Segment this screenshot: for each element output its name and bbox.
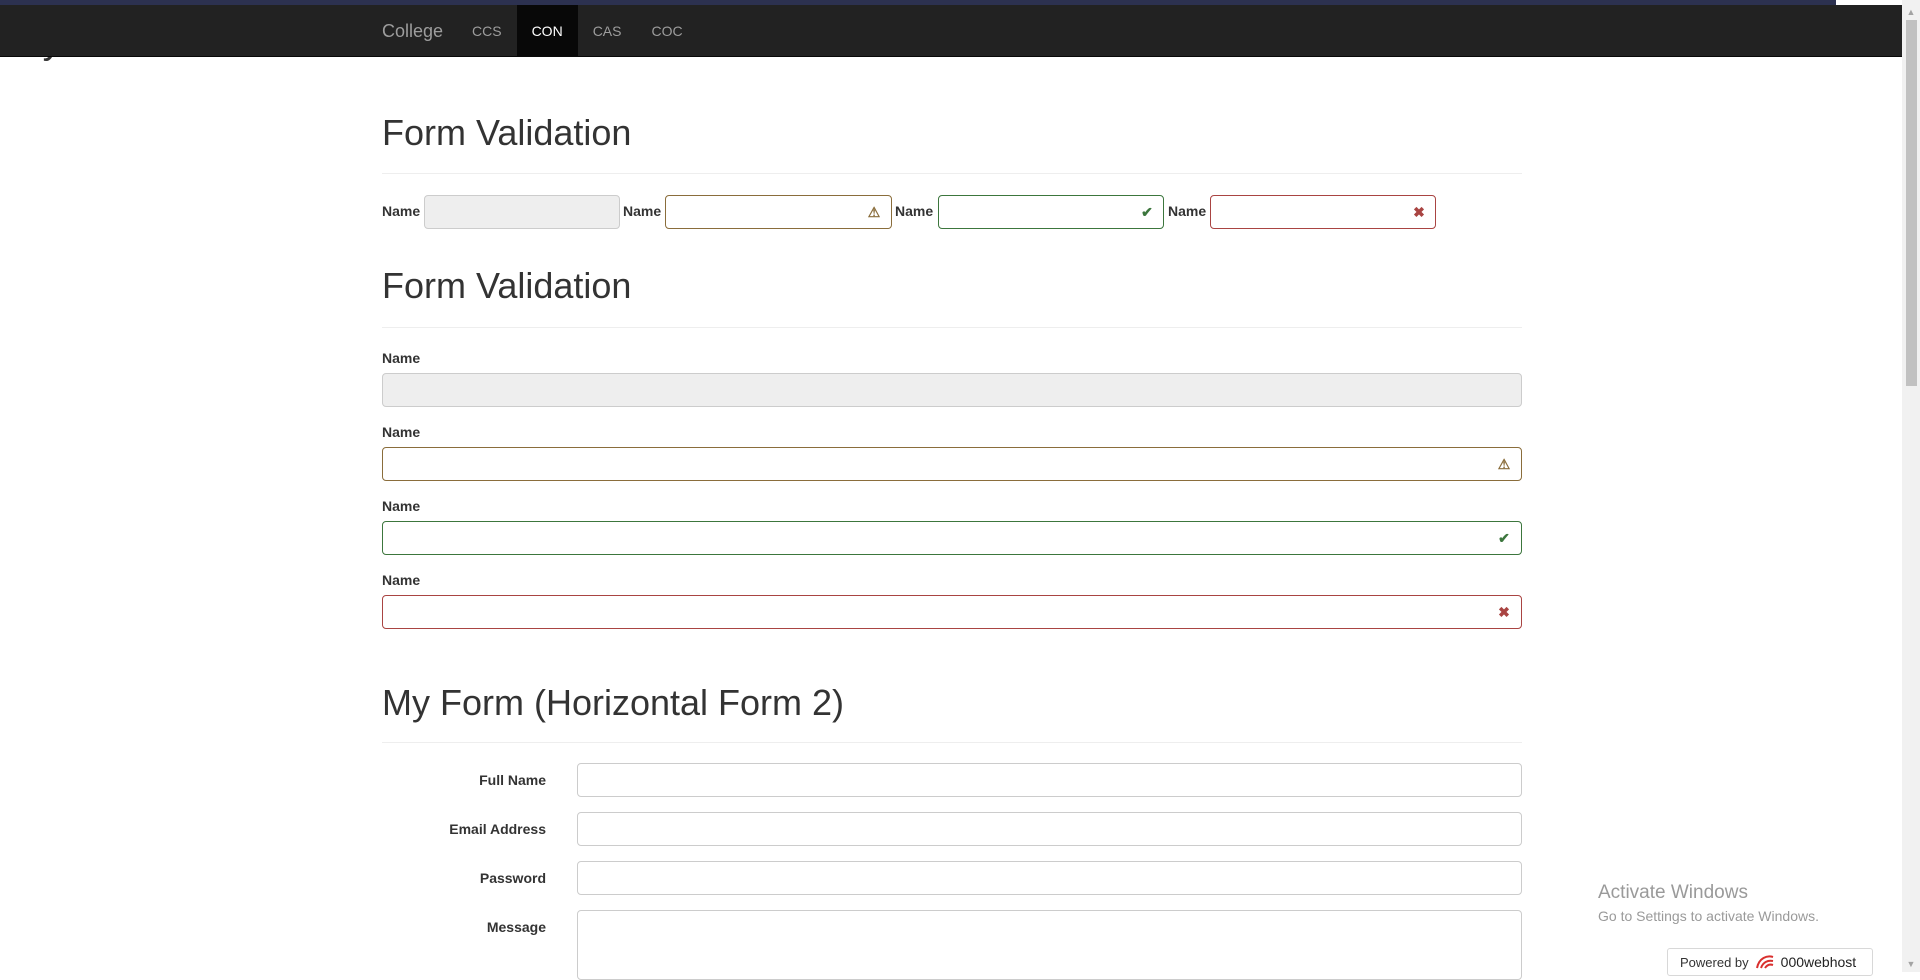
inline-name-input-error[interactable] (1210, 195, 1436, 229)
inline-name-input-disabled[interactable] (424, 195, 620, 229)
nav-item-ccs[interactable]: CCS (457, 5, 517, 57)
section3-title: My Form (Horizontal Form 2) (382, 682, 845, 723)
section3-divider (382, 742, 1522, 743)
check-icon: ✔ (1141, 204, 1153, 220)
check-icon: ✔ (1498, 530, 1510, 546)
nav-item-coc[interactable]: COC (636, 5, 697, 57)
x-icon: ✖ (1413, 204, 1425, 220)
section2-divider (382, 327, 1522, 328)
x-icon: ✖ (1498, 604, 1510, 620)
nav-item-cas[interactable]: CAS (578, 5, 637, 57)
warning-icon: ⚠ (1497, 456, 1511, 472)
scrollbar-thumb[interactable] (1906, 20, 1917, 386)
full-name-label: Full Name (479, 772, 546, 788)
inline-name-label-success: Name (895, 203, 934, 219)
webhost-name: 000webhost (1780, 954, 1857, 970)
scroll-up-arrow-icon[interactable]: ▲ (1902, 4, 1920, 20)
stacked-name-label-disabled: Name (382, 350, 421, 366)
nav-item-con[interactable]: CON (516, 5, 578, 57)
inline-name-input-warning[interactable] (665, 195, 892, 229)
full-name-input[interactable] (577, 763, 1522, 797)
windows-activation-watermark: Activate Windows Go to Settings to activ… (1598, 882, 1819, 924)
email-address-label: Email Address (449, 821, 546, 837)
section2-title: Form Validation (382, 265, 632, 306)
stacked-name-label-error: Name (382, 572, 421, 588)
stacked-name-input-success[interactable] (382, 521, 1522, 555)
warning-icon: ⚠ (867, 204, 881, 220)
section1-divider (382, 173, 1522, 174)
inline-name-input-success[interactable] (938, 195, 1164, 229)
inline-name-label-disabled: Name (382, 203, 421, 219)
inline-name-label-error: Name (1168, 203, 1207, 219)
password-input[interactable] (577, 861, 1522, 895)
page-scrollbar[interactable]: ▲ ▼ (1902, 0, 1920, 972)
webhost-logo-icon (1755, 955, 1773, 969)
nav-links: CCS CON CAS COC (457, 5, 698, 57)
powered-by-text: Powered by (1680, 954, 1749, 970)
message-label: Message (486, 919, 546, 935)
password-label: Password (479, 870, 546, 886)
stacked-name-input-error[interactable] (382, 595, 1522, 629)
email-address-input[interactable] (577, 812, 1522, 846)
stacked-name-input-warning[interactable] (382, 447, 1522, 481)
section1-title: Form Validation (382, 112, 632, 153)
message-textarea[interactable] (577, 910, 1522, 980)
stacked-name-label-success: Name (382, 498, 421, 514)
navbar-brand[interactable]: College (382, 5, 443, 57)
stacked-name-label-warning: Name (382, 424, 421, 440)
watermark-subtitle: Go to Settings to activate Windows. (1598, 908, 1819, 924)
inline-name-label-warning: Name (623, 203, 662, 219)
navbar: College CCS CON CAS COC (0, 5, 1902, 57)
watermark-title: Activate Windows (1598, 882, 1748, 903)
stacked-name-input-disabled[interactable] (382, 373, 1522, 407)
scroll-down-arrow-icon[interactable]: ▼ (1902, 956, 1920, 972)
